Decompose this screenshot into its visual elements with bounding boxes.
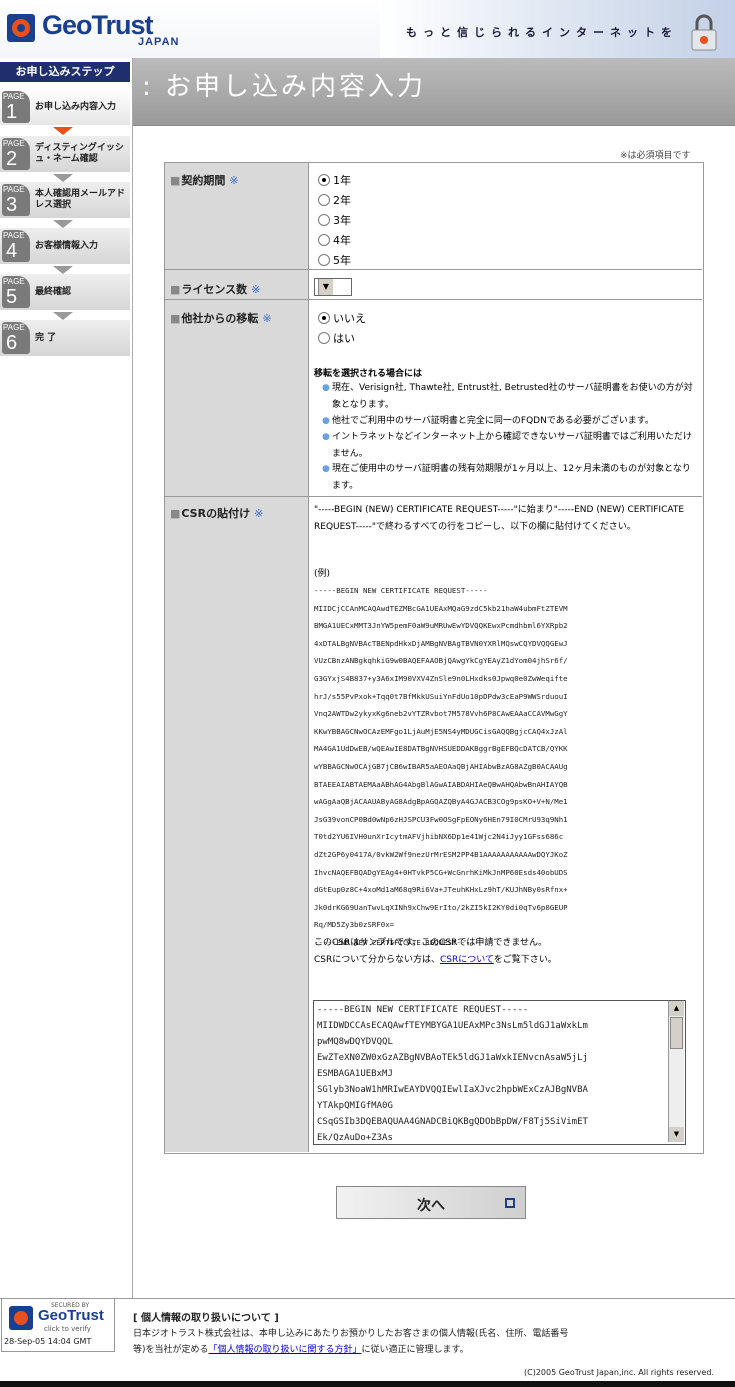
radio-icon[interactable]	[318, 194, 330, 206]
transfer-note: ● 他社でご利用中のサーバ証明書と完全に同一のFQDNである必要がございます。	[322, 416, 654, 426]
logo-text: GeoTrust	[42, 10, 154, 40]
transfer-note: ● イントラネットなどインターネット上から確認できないサーバ証明書ではご利用いただ…	[322, 432, 692, 459]
enter-arrow-icon	[505, 1198, 515, 1208]
step-arrow-icon	[53, 312, 73, 320]
transfer-option-yes[interactable]: はい	[318, 330, 355, 346]
page-title: : お申し込み内容入力	[142, 72, 427, 102]
step-label: 最終確認	[35, 286, 72, 297]
page-badge-icon: PAGE 6	[2, 322, 30, 354]
radio-icon[interactable]	[318, 234, 330, 246]
privacy-body: 日本ジオトラスト株式会社は、本申し込みにあたりお預かりしたお客さまの個人情報(氏…	[133, 1329, 569, 1355]
transfer-option-no[interactable]: いいえ	[318, 310, 366, 326]
step-2: PAGE 2 ディスティングイッシュ・ネーム確認	[0, 136, 130, 172]
term-option-4[interactable]: 4年	[318, 232, 351, 248]
logo-swirl-icon	[12, 19, 30, 37]
scroll-thumb[interactable]	[670, 1017, 683, 1049]
step-label: 本人確認用メールアドレス選択	[35, 189, 126, 210]
steps-title: お申し込みステップ	[0, 62, 130, 82]
csr-sample-note: このCSRはサンプルです。このCSRでは申請できません。	[314, 938, 548, 948]
padlock-icon	[691, 14, 717, 51]
radio-icon[interactable]	[318, 332, 330, 344]
license-count-select[interactable]: 1▼	[314, 278, 352, 296]
step-3: PAGE 3 本人確認用メールアドレス選択	[0, 182, 130, 218]
label-cell	[165, 300, 309, 496]
next-button-label[interactable]: 次へ	[417, 1195, 445, 1215]
page-badge-icon: PAGE 3	[2, 184, 30, 216]
csr-example-label: (例)	[314, 569, 331, 579]
step-label: お申し込み内容入力	[35, 101, 117, 112]
csr-scrollbar[interactable]: ▲ ▼	[668, 1001, 684, 1142]
transfer-label: ■他社からの移転 ※	[170, 312, 272, 325]
header-tagline: もっと信じられるインターネットを	[406, 26, 678, 39]
radio-selected-icon[interactable]	[318, 312, 330, 324]
step-arrow-icon	[53, 220, 73, 228]
transfer-note: ● 現在ご使用中のサーバ証明書の残有効期限が1ヶ月以上、12ヶ月未満のものが対象と…	[322, 464, 691, 491]
csr-instruction: "-----BEGIN (NEW) CERTIFICATE REQUEST---…	[314, 505, 685, 532]
privacy-policy-link[interactable]: 「個人情報の取り扱いに関する方針」	[209, 1345, 362, 1355]
label-cell	[165, 497, 309, 1152]
seal-verify-text[interactable]: click to verify	[44, 1325, 91, 1333]
seal-date: 28-Sep-05 14:04 GMT	[4, 1337, 92, 1346]
privacy-title: [ 個人情報の取り扱いについて ]	[133, 1313, 279, 1324]
bottom-bar	[0, 1381, 735, 1387]
term-option-5[interactable]: 5年	[318, 252, 351, 268]
dropdown-arrow-icon[interactable]: ▼	[318, 279, 333, 295]
csr-help: CSRについて分からない方は、CSRについてをご覧下さい。	[314, 955, 557, 965]
step-1: PAGE 1 お申し込み内容入力	[0, 89, 130, 125]
row-divider	[165, 496, 702, 497]
radio-selected-icon[interactable]	[318, 174, 330, 186]
seal-logo-text: GeoTrust	[38, 1307, 104, 1324]
term-label: ■契約期間 ※	[170, 174, 239, 187]
term-option-1[interactable]: 1年	[318, 172, 351, 188]
license-label: ■ライセンス数 ※	[170, 283, 261, 296]
transfer-note: ● 現在、Verisign社, Thawte社, Entrust社, Betrus…	[322, 383, 693, 410]
step-arrow-icon	[53, 174, 73, 182]
page-badge-icon: PAGE 5	[2, 276, 30, 308]
csr-textarea-content[interactable]: -----BEGIN NEW CERTIFICATE REQUEST----- …	[317, 1002, 665, 1142]
csr-help-link[interactable]: CSRについて	[440, 955, 494, 965]
transfer-note-title: 移転を選択される場合には	[314, 369, 423, 379]
page-badge-icon: PAGE 2	[2, 138, 30, 170]
radio-icon[interactable]	[318, 214, 330, 226]
row-divider	[165, 299, 702, 300]
step-label: 完 了	[35, 332, 57, 343]
csr-label: ■CSRの貼付け ※	[170, 507, 264, 520]
radio-icon[interactable]	[318, 254, 330, 266]
step-5: PAGE 5 最終確認	[0, 274, 130, 310]
term-option-2[interactable]: 2年	[318, 192, 351, 208]
step-label: ディスティングイッシュ・ネーム確認	[35, 143, 124, 164]
scroll-down-arrow-icon[interactable]: ▼	[669, 1127, 684, 1142]
row-divider	[165, 269, 702, 270]
scroll-up-arrow-icon[interactable]: ▲	[669, 1001, 684, 1016]
logo-subtext: JAPAN	[138, 36, 180, 48]
page-badge-icon: PAGE 4	[2, 230, 30, 262]
title-divider	[133, 125, 735, 126]
csr-example: -----BEGIN NEW CERTIFICATE REQUEST----- …	[314, 586, 568, 947]
step-6: PAGE 6 完 了	[0, 320, 130, 356]
copyright: (C)2005 GeoTrust Japan,inc. All rights r…	[524, 1368, 714, 1377]
step-label: お客様情報入力	[35, 240, 99, 251]
seal-logo-icon[interactable]	[9, 1306, 33, 1330]
step-arrow-icon	[53, 127, 73, 135]
term-option-3[interactable]: 3年	[318, 212, 351, 228]
next-button[interactable]: 次へ	[336, 1186, 526, 1219]
required-note: ※は必須項目です	[620, 151, 691, 161]
step-4: PAGE 4 お客様情報入力	[0, 228, 130, 264]
page-badge-icon: PAGE 1	[2, 91, 30, 123]
step-arrow-icon	[53, 266, 73, 274]
